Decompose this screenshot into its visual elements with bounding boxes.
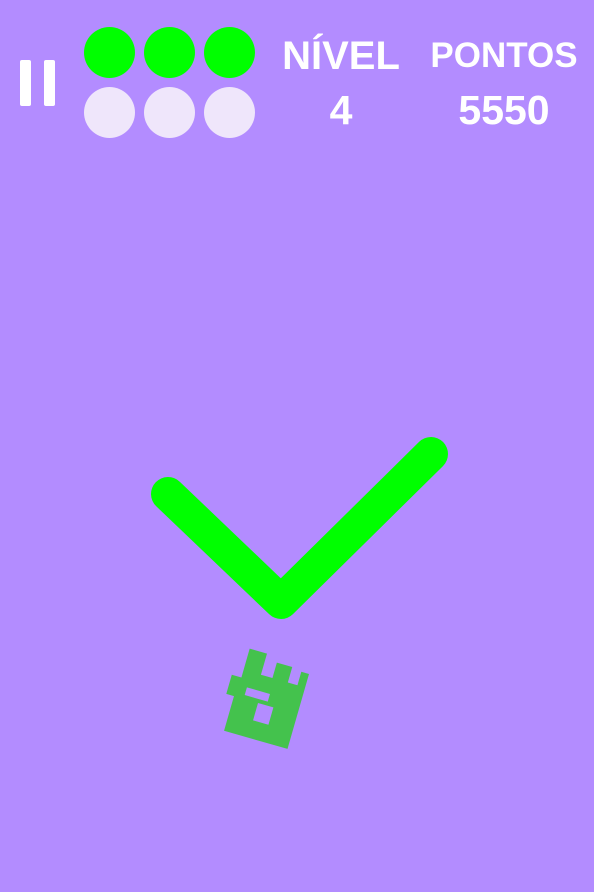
block-character-icon	[224, 648, 310, 749]
checkmark-stroke	[151, 437, 448, 619]
